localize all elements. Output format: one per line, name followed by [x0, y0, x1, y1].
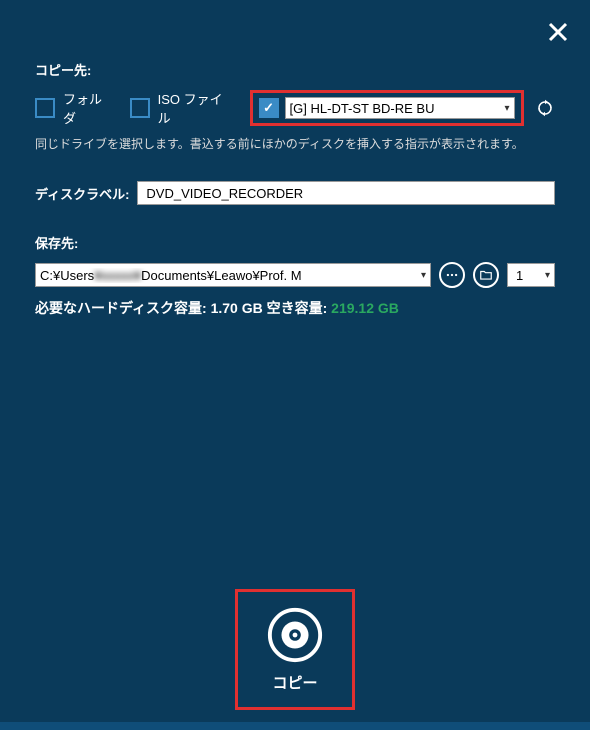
save-path-input[interactable]: C:¥Users¥xxxxx¥Documents¥Leawo¥Prof. M ▾ [35, 263, 431, 287]
folder-checkbox[interactable] [35, 98, 55, 118]
copy-button-label: コピー [272, 672, 317, 693]
copies-value: 1 [516, 268, 523, 283]
chevron-down-icon: ▾ [545, 270, 550, 281]
disc-copy-icon [266, 606, 324, 664]
save-dest-row: C:¥Users¥xxxxx¥Documents¥Leawo¥Prof. M ▾… [35, 262, 555, 288]
disc-label-input[interactable] [137, 181, 555, 205]
copy-dest-row: フォルダ ISO ファイル [G] HL-DT-ST BD-RE BU ▾ [35, 89, 555, 127]
drive-select-value: [G] HL-DT-ST BD-RE BU [290, 101, 435, 116]
copy-dest-label: コピー先: [35, 60, 555, 79]
iso-checkbox[interactable] [130, 98, 150, 118]
iso-checkbox-label: ISO ファイル [158, 89, 234, 127]
save-path-text: C:¥Users¥xxxxx¥Documents¥Leawo¥Prof. M [40, 268, 302, 283]
copy-dest-hint: 同じドライブを選択します。書込する前にほかのディスクを挿入する指示が表示されます… [35, 135, 555, 153]
copies-select[interactable]: 1 ▾ [507, 263, 555, 287]
disc-label-label: ディスクラベル: [35, 184, 129, 203]
drive-select[interactable]: [G] HL-DT-ST BD-RE BU ▾ [285, 97, 515, 119]
drive-checkbox[interactable] [259, 98, 279, 118]
drive-highlight: [G] HL-DT-ST BD-RE BU ▾ [250, 90, 524, 126]
refresh-button[interactable] [536, 98, 555, 118]
close-icon [546, 20, 570, 44]
disk-info: 必要なハードディスク容量: 1.70 GB 空き容量: 219.12 GB [35, 298, 555, 318]
browse-button[interactable] [439, 262, 465, 288]
refresh-icon [536, 99, 554, 117]
bottom-bar [0, 722, 590, 730]
folder-icon [479, 268, 493, 282]
disc-label-row: ディスクラベル: [35, 181, 555, 205]
save-dest-label: 保存先: [35, 233, 555, 252]
chevron-down-icon: ▾ [505, 103, 510, 114]
open-folder-button[interactable] [473, 262, 499, 288]
copy-button[interactable]: コピー [235, 589, 355, 710]
close-button[interactable] [546, 20, 570, 44]
chevron-down-icon: ▾ [421, 270, 426, 281]
ellipsis-icon [445, 268, 459, 282]
folder-checkbox-label: フォルダ [63, 89, 114, 127]
